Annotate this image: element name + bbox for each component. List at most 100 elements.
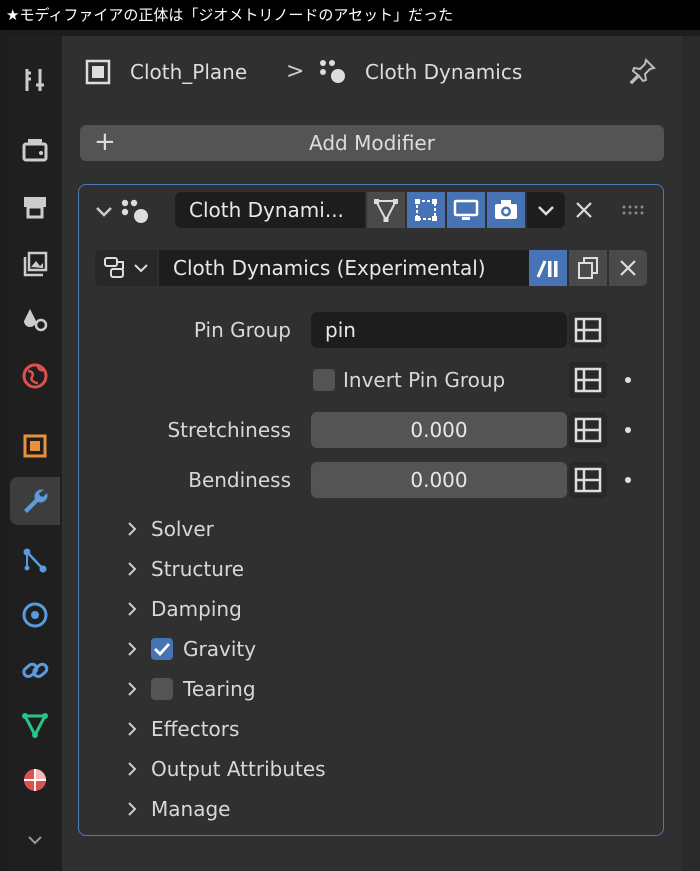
pin-group-attribute-toggle[interactable]: [569, 312, 607, 348]
render-toggle[interactable]: [487, 192, 525, 228]
subpanel-label: Structure: [151, 557, 245, 581]
duplicate-node-group-button[interactable]: [569, 250, 607, 286]
scene-icon: [24, 309, 48, 332]
wrench-icon: [24, 489, 48, 513]
vertex-select-icon: [415, 199, 437, 221]
plus-icon: +: [94, 127, 116, 157]
tearing-checkbox[interactable]: [151, 678, 173, 700]
pin-icon[interactable]: [628, 56, 658, 86]
subpanel-structure[interactable]: Structure: [119, 551, 519, 587]
tab-particles[interactable]: [10, 536, 60, 584]
object-icon: [23, 434, 47, 458]
node-group-name-field[interactable]: Cloth Dynamics (Experimental): [159, 250, 529, 286]
breadcrumb: Cloth_Plane > Cloth Dynamics: [62, 36, 682, 108]
bendiness-field[interactable]: 0.000: [311, 462, 567, 498]
chevron-right-icon: [128, 722, 137, 736]
tab-scene[interactable]: [10, 296, 60, 344]
viewport-display-toggle[interactable]: [447, 192, 485, 228]
asset-library-icon: [536, 260, 558, 278]
physics-icon: [22, 602, 48, 628]
render-icon: [22, 139, 48, 162]
bendiness-attribute-toggle[interactable]: [569, 462, 607, 498]
tab-tool[interactable]: [10, 56, 60, 104]
subpanel-tearing[interactable]: Tearing: [119, 671, 519, 707]
fake-user-toggle[interactable]: [529, 250, 567, 286]
pin-group-field[interactable]: pin: [311, 312, 567, 348]
particles-icon: [23, 548, 47, 573]
world-icon: [22, 363, 48, 389]
spreadsheet-icon: [574, 367, 602, 393]
scrollbar-area: [682, 36, 700, 871]
modifier-panel: Cloth Dynami... Cloth Dynamics (Experime…: [78, 184, 664, 836]
close-icon: [620, 260, 636, 276]
subpanel-label: Manage: [151, 797, 231, 821]
tab-physics[interactable]: [10, 591, 60, 639]
subpanel-label: Gravity: [183, 637, 257, 661]
subpanel-manage[interactable]: Manage: [119, 791, 519, 827]
subpanel-label: Solver: [151, 517, 214, 541]
keyframe-dot[interactable]: [625, 427, 631, 433]
node-group-selector: Cloth Dynamics (Experimental): [95, 250, 647, 286]
subpanel-solver[interactable]: Solver: [119, 511, 519, 547]
edit-mode-icon: [374, 199, 398, 223]
tab-more[interactable]: [10, 816, 60, 864]
subpanel-label: Damping: [151, 597, 242, 621]
keyframe-dot[interactable]: [625, 377, 631, 383]
bendiness-label: Bendiness: [188, 468, 291, 492]
keyframe-dot[interactable]: [625, 477, 631, 483]
properties-panel: Cloth_Plane > Cloth Dynamics Add Modifie…: [62, 36, 682, 871]
on-cage-toggle[interactable]: [407, 192, 445, 228]
unlink-node-group-button[interactable]: [609, 250, 647, 286]
tab-material[interactable]: [10, 756, 60, 804]
chevron-down-icon: [134, 264, 148, 273]
modifier-header: Cloth Dynami...: [79, 185, 663, 239]
close-icon[interactable]: [573, 199, 595, 221]
breadcrumb-separator: >: [286, 59, 305, 84]
chevron-right-icon: [128, 562, 137, 576]
tab-render[interactable]: [10, 126, 60, 174]
stretchiness-attribute-toggle[interactable]: [569, 412, 607, 448]
tab-output[interactable]: [10, 182, 60, 230]
duplicate-icon: [578, 257, 598, 279]
node-tree-icon: [104, 257, 124, 278]
chevron-down-icon: [538, 206, 554, 216]
tab-view-layer[interactable]: [10, 240, 60, 288]
subpanel-damping[interactable]: Damping: [119, 591, 519, 627]
tab-data[interactable]: [10, 701, 60, 749]
invert-pin-group-label: Invert Pin Group: [343, 368, 506, 392]
chevron-right-icon: [128, 642, 137, 656]
camera-icon: [495, 200, 517, 219]
tab-constraints[interactable]: [10, 646, 60, 694]
tool-settings-icon: [25, 69, 44, 91]
output-icon: [24, 197, 46, 219]
subpanel-output-attributes[interactable]: Output Attributes: [119, 751, 519, 787]
cloth-dynamics-icon: [121, 199, 148, 223]
tab-modifiers[interactable]: [10, 477, 60, 525]
modifier-name-field[interactable]: Cloth Dynami...: [175, 192, 365, 228]
spreadsheet-icon: [574, 417, 602, 443]
spreadsheet-icon: [574, 317, 602, 343]
subpanel-label: Output Attributes: [151, 757, 326, 781]
gravity-checkbox[interactable]: [151, 638, 173, 660]
add-modifier-label: Add Modifier: [309, 131, 435, 155]
edit-mode-toggle[interactable]: [367, 192, 405, 228]
tab-object[interactable]: [10, 422, 60, 470]
tab-world[interactable]: [10, 352, 60, 400]
modifier-menu-button[interactable]: [527, 192, 565, 228]
chevron-right-icon: [128, 602, 137, 616]
node-group-browse-button[interactable]: [95, 250, 157, 286]
material-icon: [24, 769, 46, 791]
invert-pin-group-checkbox[interactable]: [313, 369, 335, 391]
stretchiness-field[interactable]: 0.000: [311, 412, 567, 448]
monitor-icon: [453, 199, 479, 220]
pin-group-label: Pin Group: [193, 318, 291, 342]
add-modifier-button[interactable]: Add Modifier +: [80, 125, 664, 161]
chevron-down-icon[interactable]: [93, 200, 115, 222]
invert-pin-group-attribute-toggle[interactable]: [569, 362, 607, 398]
chevron-down-icon: [28, 836, 42, 845]
object-icon: [85, 59, 111, 85]
subpanel-label: Effectors: [151, 717, 240, 741]
subpanel-effectors[interactable]: Effectors: [119, 711, 519, 747]
drag-handle-icon[interactable]: [621, 201, 647, 219]
subpanel-gravity[interactable]: Gravity: [119, 631, 519, 667]
